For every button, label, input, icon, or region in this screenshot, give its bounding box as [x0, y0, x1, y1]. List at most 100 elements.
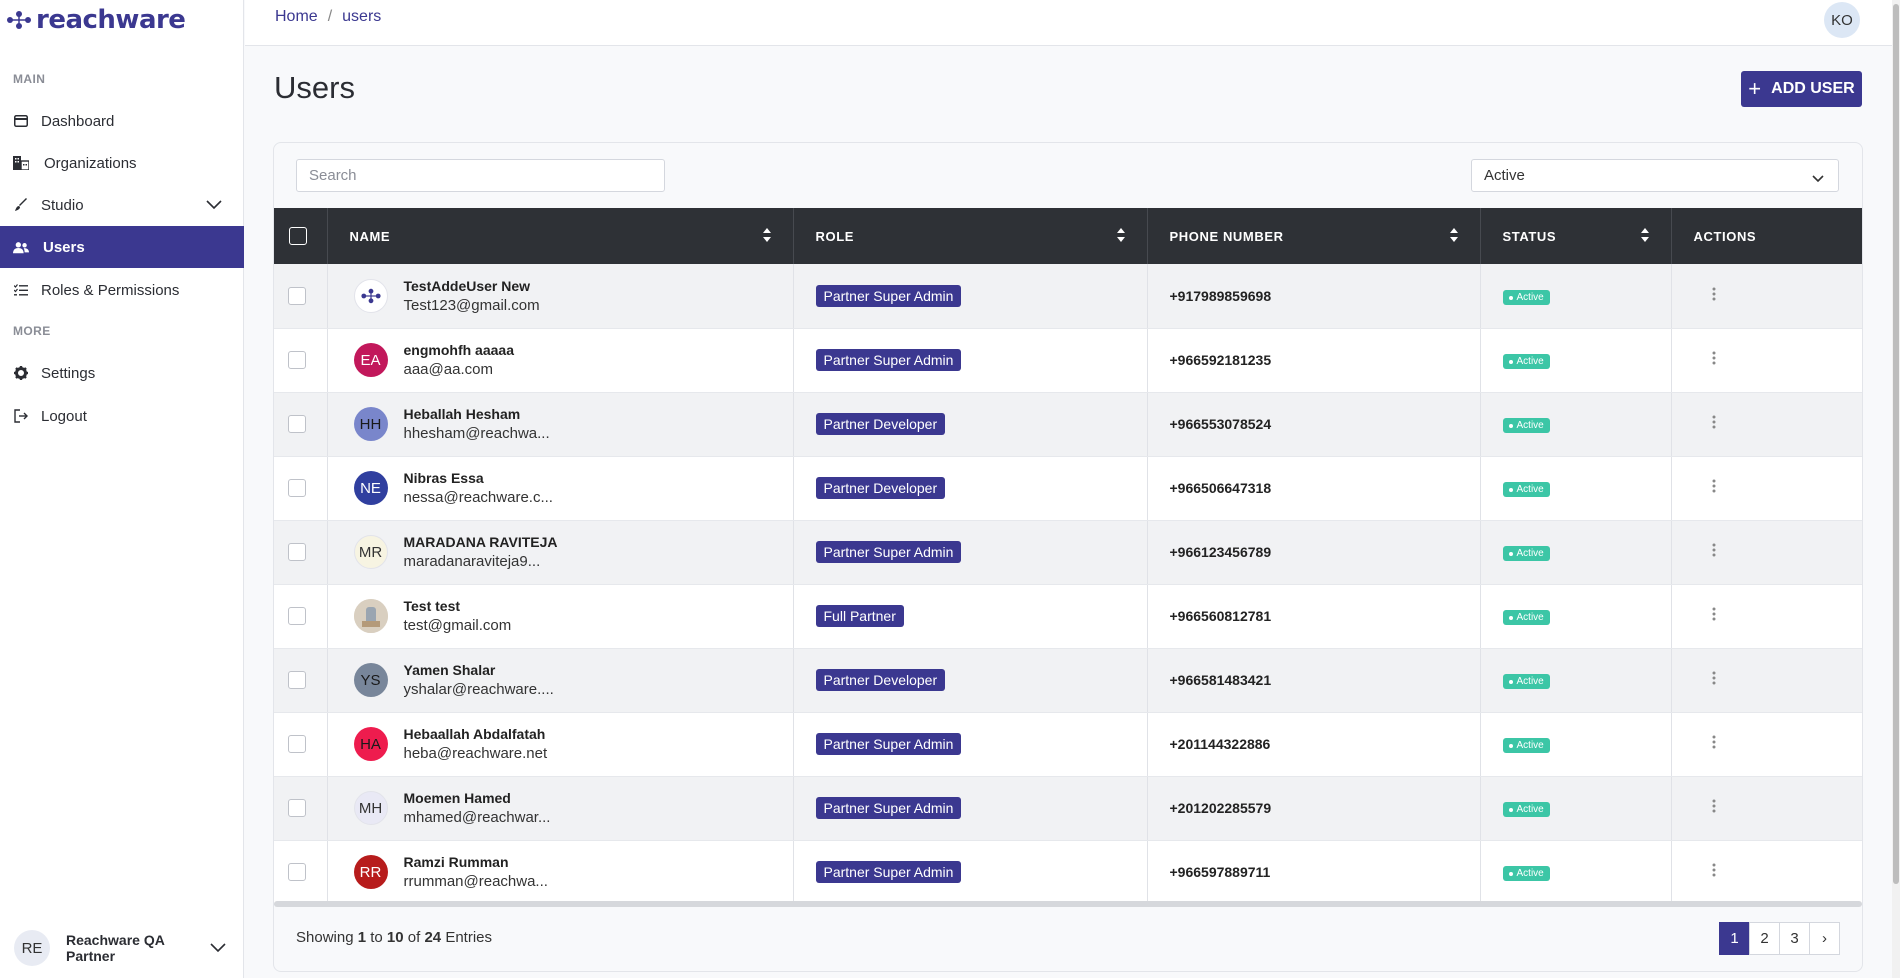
role-cell: Partner Developer [793, 456, 1148, 521]
more-actions-icon[interactable] [1708, 731, 1720, 757]
more-actions-icon[interactable] [1708, 795, 1720, 821]
row-checkbox[interactable] [288, 351, 306, 369]
row-checkbox[interactable] [288, 415, 306, 433]
phone-number: +966592181235 [1169, 352, 1272, 368]
sidebar-item-label: Settings [41, 364, 96, 382]
select-all-checkbox[interactable] [289, 227, 307, 245]
sidebar-item-studio[interactable]: Studio [0, 184, 244, 226]
actions-cell [1671, 328, 1862, 393]
sort-icon[interactable] [1640, 228, 1649, 245]
avatar [353, 599, 388, 633]
name-cell: HA Hebaallah Abdalfatah heba@reachware.net [327, 712, 794, 777]
gear-icon [13, 365, 29, 381]
sidebar-item-dashboard[interactable]: Dashboard [0, 100, 244, 142]
role-badge: Partner Developer [815, 477, 946, 499]
next-page-button[interactable]: › [1809, 922, 1840, 955]
avatar: MR [353, 535, 388, 569]
status-text: Active [1516, 612, 1544, 624]
row-checkbox[interactable] [288, 607, 306, 625]
more-actions-icon[interactable] [1708, 667, 1720, 693]
reachware-logo-icon [7, 11, 31, 29]
column-header-role[interactable]: ROLE [793, 208, 1148, 264]
row-checkbox[interactable] [288, 671, 306, 689]
page-button-3[interactable]: 3 [1779, 922, 1810, 955]
name-cell: Test test test@gmail.com [327, 584, 794, 649]
more-actions-icon[interactable] [1708, 603, 1720, 629]
chevron-down-icon[interactable] [206, 197, 222, 214]
page-button-2[interactable]: 2 [1749, 922, 1780, 955]
row-checkbox[interactable] [288, 479, 306, 497]
avatar: RR [353, 855, 388, 889]
user-email: Test123@gmail.com [403, 296, 540, 314]
chevron-down-icon [210, 940, 226, 958]
more-actions-icon[interactable] [1708, 411, 1720, 437]
brand-logo[interactable]: reachware [6, 5, 186, 35]
org-avatar: RE [14, 930, 50, 966]
phone-cell: +966123456789 [1147, 520, 1481, 585]
row-checkbox[interactable] [288, 863, 306, 881]
phone-number: +966553078524 [1169, 416, 1272, 432]
user-avatar[interactable]: KO [1824, 2, 1860, 38]
breadcrumb-home[interactable]: Home [275, 8, 318, 26]
name-cell: YS Yamen Shalar yshalar@reachware.... [327, 648, 794, 713]
avatar-initials: EA [360, 351, 381, 369]
table-row: HH Heballah Hesham hhesham@reachwa... Partn… [274, 392, 1862, 457]
role-badge: Full Partner [815, 605, 904, 627]
row-checkbox[interactable] [288, 799, 306, 817]
sort-icon[interactable] [1116, 228, 1125, 245]
table-horizontal-scrollbar[interactable] [274, 901, 1862, 907]
more-actions-icon[interactable] [1708, 347, 1720, 373]
organization-switcher[interactable]: RE Reachware QA Partner [14, 926, 234, 970]
user-email: test@gmail.com [403, 617, 512, 634]
row-checkbox[interactable] [288, 286, 306, 305]
more-actions-icon[interactable] [1708, 859, 1720, 885]
dashboard-icon [13, 113, 29, 129]
column-header-name[interactable]: NAME [327, 208, 794, 264]
status-badge: Active [1502, 354, 1550, 370]
page-scrollbar[interactable] [1892, 0, 1900, 978]
user-name: Heballah Hesham [403, 406, 521, 422]
page-button-1[interactable]: 1 [1719, 922, 1750, 955]
column-header-phone[interactable]: PHONE NUMBER [1147, 208, 1481, 264]
more-actions-icon[interactable] [1708, 283, 1720, 309]
status-badge: Active [1502, 290, 1550, 305]
search-input[interactable] [296, 159, 665, 192]
sidebar-item-logout[interactable]: Logout [0, 395, 244, 437]
sidebar-item-users[interactable]: Users [0, 226, 244, 268]
role-cell: Partner Super Admin [793, 840, 1148, 905]
add-user-button[interactable]: + ADD USER [1741, 71, 1862, 107]
sort-icon[interactable] [1449, 228, 1458, 245]
column-header-status[interactable]: STATUS [1480, 208, 1672, 264]
sidebar-item-organizations[interactable]: Organizations [0, 142, 244, 184]
more-actions-icon[interactable] [1708, 539, 1720, 565]
status-cell: Active [1480, 392, 1672, 457]
status-cell: Active [1480, 264, 1672, 329]
row-checkbox[interactable] [288, 735, 306, 753]
sidebar-item-roles[interactable]: Roles & Permissions [0, 269, 244, 311]
role-badge: Partner Super Admin [815, 284, 962, 307]
avatar: YS [353, 663, 388, 697]
user-name: MARADANA RAVITEJA [403, 534, 558, 550]
avatar: HA [353, 727, 388, 761]
breadcrumb: Home / users [275, 8, 381, 26]
avatar-logo-icon [360, 288, 381, 303]
sort-icon[interactable] [762, 228, 771, 245]
row-select-cell [274, 328, 328, 393]
table-row: MR MARADANA RAVITEJA maradanaraviteja9... P… [274, 520, 1862, 585]
user-name: Ramzi Rumman [403, 854, 509, 870]
row-checkbox[interactable] [288, 543, 306, 561]
row-select-cell [274, 392, 328, 457]
table-row: HA Hebaallah Abdalfatah heba@reachware.net… [274, 712, 1862, 777]
status-dot-icon [1508, 615, 1513, 620]
role-cell: Partner Super Admin [793, 328, 1148, 393]
breadcrumb-separator: / [327, 8, 333, 25]
phone-cell: +966506647318 [1147, 456, 1481, 521]
role-badge: Partner Super Admin [815, 349, 962, 371]
phone-cell: +201144322886 [1147, 712, 1481, 777]
checklist-icon [13, 282, 29, 298]
scrollbar-thumb[interactable] [1893, 4, 1899, 884]
column-label: NAME [349, 228, 391, 244]
more-actions-icon[interactable] [1708, 475, 1720, 501]
sidebar-item-settings[interactable]: Settings [0, 352, 244, 394]
status-filter-select[interactable]: Active [1471, 159, 1839, 192]
